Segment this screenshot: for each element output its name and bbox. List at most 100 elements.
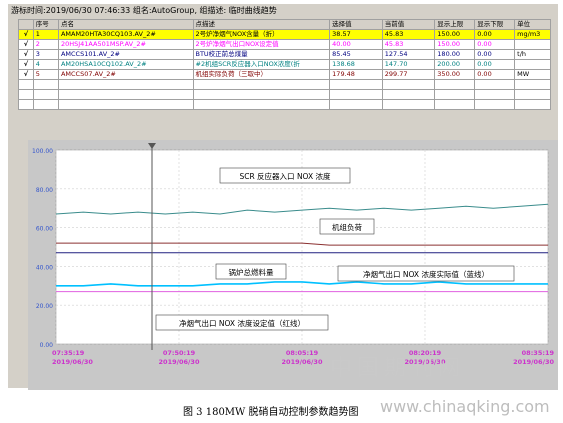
empty-cell: [57, 89, 194, 100]
row-max: 350.00: [434, 69, 476, 80]
row-point-name: 20HSJ41AA501MSP.AV_2#: [57, 39, 194, 50]
row-selected-value: 85.45: [329, 49, 383, 60]
col-desc-header[interactable]: 点描述: [192, 19, 331, 30]
trend-chart-svg: 100.0080.0060.0040.0020.000.00 07:35:192…: [28, 140, 558, 390]
row-max: 150.00: [434, 29, 476, 40]
row-unit: t/h: [514, 49, 551, 60]
row-selected-value: 40.00: [329, 39, 383, 50]
row-unit: [514, 59, 551, 70]
table-row-empty: [18, 89, 551, 100]
annotation-fuel: 锅炉总燃料量: [229, 267, 274, 277]
row-min: 0.00: [474, 39, 516, 50]
empty-cell: [329, 99, 383, 110]
col-unit-header[interactable]: 单位: [514, 19, 551, 30]
row-point-name: AMCCS07.AV_2#: [57, 69, 194, 80]
row-current-value: 299.77: [381, 69, 436, 80]
row-selected-value: 38.57: [329, 29, 383, 40]
row-unit: MW: [514, 69, 551, 80]
y-tick-label: 20.00: [36, 303, 53, 310]
row-current-value: 147.70: [381, 59, 436, 70]
empty-cell: [192, 79, 331, 90]
empty-cell: [381, 79, 436, 90]
empty-cell: [474, 89, 516, 100]
row-min: 0.00: [474, 29, 516, 40]
cursor-time-bar: 游标时间:2019/06/30 07:46:33 组名:AutoGroup, 组…: [11, 6, 277, 15]
empty-cell: [329, 79, 383, 90]
annotation-scr: SCR 反应器入口 NOX 浓度: [239, 171, 331, 181]
empty-cell: [57, 79, 194, 90]
row-checkbox[interactable]: √: [18, 69, 34, 80]
trend-chart: 100.00 80.00 60.00 40.00 20.00 0.00 07:35:19 2…: [28, 140, 558, 390]
empty-cell: [18, 89, 34, 100]
row-checkbox[interactable]: √: [18, 59, 34, 70]
point-table: 序号 点名 点描述 选择值 当前值 显示上限 显示下限 单位 √ 1 AMAM20H…: [18, 19, 551, 110]
row-min: 0.00: [474, 49, 516, 60]
empty-cell: [18, 79, 34, 90]
empty-cell: [434, 89, 476, 100]
col-max-header[interactable]: 显示上限: [434, 19, 476, 30]
col-min-header[interactable]: 显示下限: [474, 19, 516, 30]
empty-cell: [474, 99, 516, 110]
empty-cell: [32, 89, 59, 100]
annotation-actual: 净烟气出口 NOX 浓度实际值（蓝线）: [363, 269, 489, 279]
table-row-empty: [18, 99, 551, 110]
x-tick-time: 08:35:19: [522, 349, 555, 357]
table-row[interactable]: √ 4 AM20HSA10CQ102.AV_2# #2机组SCR反应器入口NOX浓度(…: [18, 59, 551, 70]
empty-cell: [32, 79, 59, 90]
col-name-header[interactable]: 点名: [57, 19, 194, 30]
row-point-desc: BTU校正前总煤量: [192, 49, 331, 60]
y-tick-label: 80.00: [36, 187, 53, 194]
col-sel-header[interactable]: 选择值: [329, 19, 383, 30]
table-row[interactable]: √ 1 AMAM20HTA30CQ103.AV_2# 2号炉净烟气NOX含量（折） 38…: [18, 29, 551, 40]
row-point-desc: 机组实际负荷（三取中）: [192, 69, 331, 80]
row-max: 150.00: [434, 39, 476, 50]
row-no: 5: [32, 69, 59, 80]
row-checkbox[interactable]: √: [18, 49, 34, 60]
row-unit: mg/m3: [514, 29, 551, 40]
empty-cell: [434, 79, 476, 90]
col-cur-header[interactable]: 当前值: [381, 19, 436, 30]
row-current-value: 45.83: [381, 39, 436, 50]
x-tick-date: 2019/06/30: [282, 358, 323, 366]
row-selected-value: 138.68: [329, 59, 383, 70]
x-tick-time: 07:35:19: [52, 349, 85, 357]
x-tick-time: 07:50:19: [163, 349, 196, 357]
empty-cell: [18, 99, 34, 110]
row-no: 1: [32, 29, 59, 40]
y-tick-label: 60.00: [36, 226, 53, 233]
table-row[interactable]: √ 2 20HSJ41AA501MSP.AV_2# 2号炉净烟气出口NOX设定值 40.…: [18, 39, 551, 50]
empty-cell: [514, 89, 551, 100]
col-check-header[interactable]: [18, 19, 34, 30]
y-tick-label: 40.00: [36, 264, 53, 271]
row-no: 3: [32, 49, 59, 60]
x-tick-date: 2019/06/30: [52, 358, 93, 366]
table-row[interactable]: √ 3 AMCCS101.AV_2# BTU校正前总煤量 85.45 127.54 180.…: [18, 49, 551, 60]
empty-cell: [381, 89, 436, 100]
row-min: 0.00: [474, 59, 516, 70]
empty-cell: [329, 89, 383, 100]
x-tick-date: 2019/06/30: [159, 358, 200, 366]
row-current-value: 45.83: [381, 29, 436, 40]
row-point-desc: 2号炉净烟气NOX含量（折）: [192, 29, 331, 40]
row-point-name: AM20HSA10CQ102.AV_2#: [57, 59, 194, 70]
col-no-header[interactable]: 序号: [32, 19, 59, 30]
empty-cell: [514, 99, 551, 110]
table-header-row: 序号 点名 点描述 选择值 当前值 显示上限 显示下限 单位: [18, 19, 551, 30]
x-tick-date: 2019/06/30: [513, 358, 554, 366]
figure-caption: 图 3 180MW 脱硝自动控制参数趋势图: [183, 407, 359, 418]
row-point-desc: #2机组SCR反应器入口NOX浓度(折: [192, 59, 331, 70]
empty-cell: [57, 99, 194, 110]
row-no: 4: [32, 59, 59, 70]
empty-cell: [474, 79, 516, 90]
row-checkbox[interactable]: √: [18, 29, 34, 40]
table-row-empty: [18, 79, 551, 90]
row-unit: [514, 39, 551, 50]
watermark-cn: 中国期刊网: [330, 356, 466, 381]
row-selected-value: 179.48: [329, 69, 383, 80]
row-checkbox[interactable]: √: [18, 39, 34, 50]
x-tick-time: 08:05:19: [286, 349, 319, 357]
row-current-value: 127.54: [381, 49, 436, 60]
row-max: 200.00: [434, 59, 476, 70]
table-row[interactable]: √ 5 AMCCS07.AV_2# 机组实际负荷（三取中） 179.48 299.77 35…: [18, 69, 551, 80]
trend-window: 游标时间:2019/06/30 07:46:33 组名:AutoGroup, 组…: [8, 4, 558, 390]
